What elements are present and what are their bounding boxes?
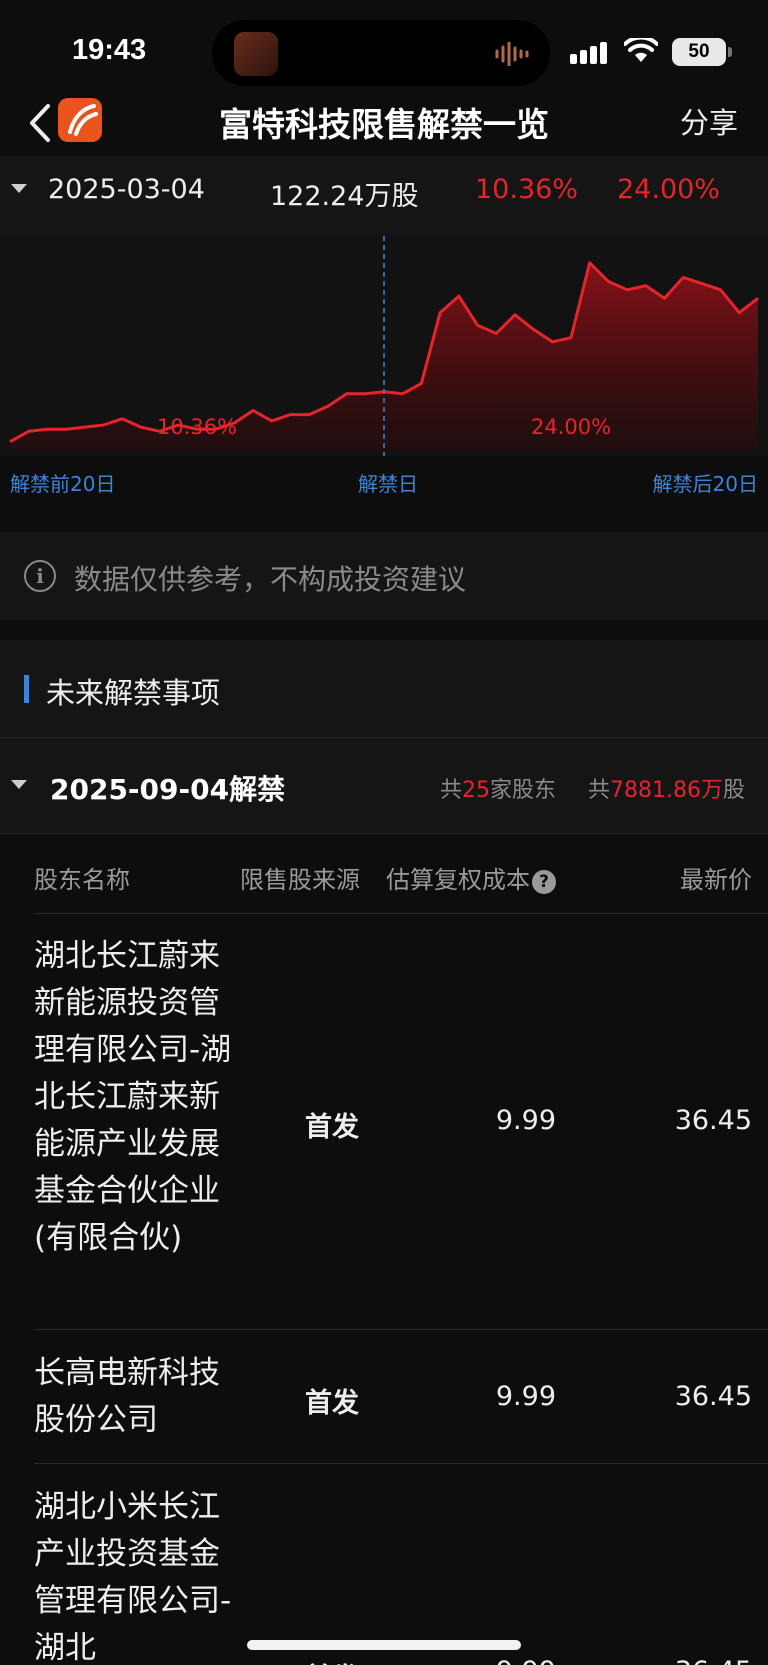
- summary-shares: 122.24万股: [270, 181, 419, 212]
- group-release-date: 2025-09-04解禁: [50, 773, 286, 806]
- shareholder-name: 湖北长江蔚来新能源投资管理有限公司-湖北长江蔚来新能源产业发展基金合伙企业(有限…: [34, 938, 232, 1256]
- estimated-cost: 9.99: [496, 1656, 556, 1665]
- battery-tip: [728, 47, 732, 57]
- section-title: 未来解禁事项: [46, 676, 221, 710]
- table-row[interactable]: 湖北小米长江产业投资基金管理有限公司-湖北 首发 9.99 36.45: [0, 1484, 768, 1665]
- dynamic-island[interactable]: [212, 20, 550, 86]
- help-question-icon[interactable]: ?: [532, 870, 556, 894]
- shareholder-name: 长高电新科技股份公司: [34, 1355, 220, 1438]
- status-time: 19:43: [72, 34, 147, 66]
- price-change-chart: 10.36% 24.00%: [0, 236, 768, 456]
- table-header: 股东名称 限售股来源 估算复权成本? 最新价: [0, 834, 768, 914]
- x-label-after: 解禁后20日: [652, 472, 758, 496]
- battery-icon: 50: [672, 38, 726, 66]
- chart-x-axis: 解禁前20日 解禁日 解禁后20日: [0, 468, 768, 498]
- x-label-release-day: 解禁日: [358, 472, 418, 496]
- nav-bar: 富特科技限售解禁一览 分享: [0, 90, 768, 156]
- future-release-section-header: 未来解禁事项: [0, 640, 768, 738]
- summary-pct-after: 24.00%: [617, 174, 720, 205]
- col-header-name: 股东名称: [34, 866, 130, 894]
- group-holder-count: 共25家股东: [440, 778, 557, 803]
- latest-price: 36.45: [675, 1656, 752, 1665]
- disclaimer-text: 数据仅供参考，不构成投资建议: [74, 563, 467, 596]
- shareholder-name: 湖北小米长江产业投资基金管理有限公司-湖北: [34, 1489, 232, 1665]
- audio-wave-icon: [495, 42, 529, 66]
- chart-annotation-after: 24.00%: [531, 415, 611, 439]
- wifi-icon: [624, 38, 658, 62]
- table-row[interactable]: 湖北长江蔚来新能源投资管理有限公司-湖北长江蔚来新能源产业发展基金合伙企业(有限…: [0, 933, 768, 1329]
- col-header-cost: 估算复权成本?: [386, 860, 556, 895]
- latest-price: 36.45: [674, 1381, 752, 1412]
- col-header-price: 最新价: [680, 866, 752, 894]
- divider: [34, 1329, 768, 1330]
- collapse-caret-icon: [11, 184, 27, 193]
- status-bar: 19:43 50: [0, 0, 768, 90]
- table-row[interactable]: 长高电新科技股份公司 首发 9.99 36.45: [0, 1350, 768, 1463]
- summary-date: 2025-03-04: [48, 174, 205, 205]
- info-icon: i: [24, 560, 56, 592]
- now-playing-artwork: [234, 32, 278, 76]
- share-source: 首发: [305, 1112, 359, 1143]
- share-button[interactable]: 分享: [680, 100, 738, 142]
- divider: [34, 913, 768, 914]
- section-accent-bar: [24, 675, 29, 703]
- share-source: 首发: [305, 1388, 359, 1419]
- summary-pct-before: 10.36%: [475, 174, 578, 205]
- col-header-source: 限售股来源: [240, 866, 360, 894]
- group-total-shares: 共7881.86万股: [588, 778, 746, 803]
- chart-annotation-before: 10.36%: [157, 415, 237, 439]
- x-label-before: 解禁前20日: [10, 472, 116, 496]
- release-summary-row[interactable]: 2025-03-04 122.24万股 10.36% 24.00%: [0, 156, 768, 236]
- divider: [34, 1463, 768, 1464]
- disclaimer-banner: i 数据仅供参考，不构成投资建议: [0, 532, 768, 620]
- latest-price: 36.45: [674, 1105, 752, 1136]
- release-group-header[interactable]: 2025-09-04解禁 共25家股东 共7881.86万股: [0, 738, 768, 834]
- share-source: 首发: [305, 1656, 359, 1665]
- collapse-caret-icon: [11, 780, 27, 789]
- page-title: 富特科技限售解禁一览: [219, 105, 549, 144]
- estimated-cost: 9.99: [495, 1381, 556, 1412]
- home-indicator[interactable]: [247, 1640, 521, 1650]
- estimated-cost: 9.99: [495, 1105, 556, 1136]
- cellular-signal-icon: [570, 42, 607, 64]
